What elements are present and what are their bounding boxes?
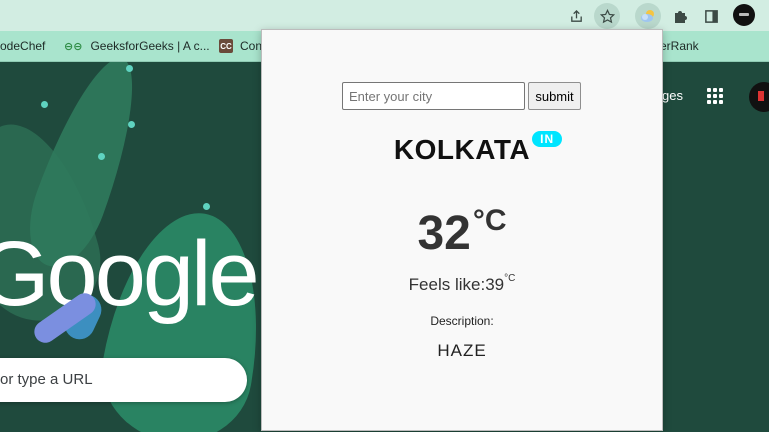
bookmark-label: erRank <box>660 39 699 53</box>
google-search-box[interactable]: or type a URL <box>0 358 247 402</box>
decoration-dot <box>128 121 135 128</box>
decoration-dot <box>203 203 210 210</box>
decoration-dot <box>126 65 133 72</box>
side-panel-icon[interactable] <box>698 3 724 29</box>
bookmark-codechef[interactable]: odeChef <box>0 31 45 61</box>
bookmark-label: Con <box>240 39 263 53</box>
bookmark-geeksforgeeks[interactable]: ⊖⊖ GeeksforGeeks | A c... <box>64 31 210 61</box>
description-label: Description: <box>430 314 494 328</box>
submit-button[interactable]: submit <box>528 82 581 110</box>
geeksforgeeks-icon: ⊖⊖ <box>64 39 83 53</box>
browser-toolbar <box>0 0 769 31</box>
star-icon[interactable] <box>594 3 620 29</box>
city-heading: KOLKATA IN <box>262 131 662 166</box>
decoration-dot <box>41 101 48 108</box>
bookmark-label: odeChef <box>0 39 46 53</box>
images-link[interactable]: ges <box>662 88 683 103</box>
feels-like-value: 39 <box>485 275 505 294</box>
description-value: HAZE <box>437 341 487 360</box>
google-logo: Google <box>0 223 260 325</box>
temperature: 32°C <box>262 204 662 261</box>
weather-extension-icon[interactable] <box>635 3 661 29</box>
feels-like-unit: °C <box>504 273 516 284</box>
google-apps-icon[interactable] <box>707 88 723 104</box>
puzzle-icon[interactable] <box>667 3 693 29</box>
account-avatar[interactable] <box>749 82 769 112</box>
bookmark-label: GeeksforGeeks | A c... <box>90 39 210 53</box>
search-placeholder: or type a URL <box>0 371 93 388</box>
feels-like-label: Feels like: <box>408 275 486 294</box>
country-badge: IN <box>532 131 563 147</box>
weather-popup: submit KOLKATA IN 32°C Feels like:39°C D… <box>261 29 663 431</box>
decoration-dot <box>98 153 105 160</box>
bookmark-con[interactable]: CC Con <box>219 31 262 61</box>
profile-avatar[interactable] <box>733 4 755 26</box>
temperature-unit: °C <box>472 204 507 237</box>
city-name: KOLKATA <box>393 134 531 165</box>
cc-icon: CC <box>219 39 233 53</box>
temperature-value: 32 <box>417 207 471 260</box>
bookmark-hackerrank[interactable]: erRank <box>660 31 699 61</box>
city-input[interactable] <box>342 82 525 110</box>
share-icon[interactable] <box>563 3 589 29</box>
city-name-wrapper: KOLKATA IN <box>393 131 563 166</box>
feels-like: Feels like:39°C <box>262 273 662 295</box>
